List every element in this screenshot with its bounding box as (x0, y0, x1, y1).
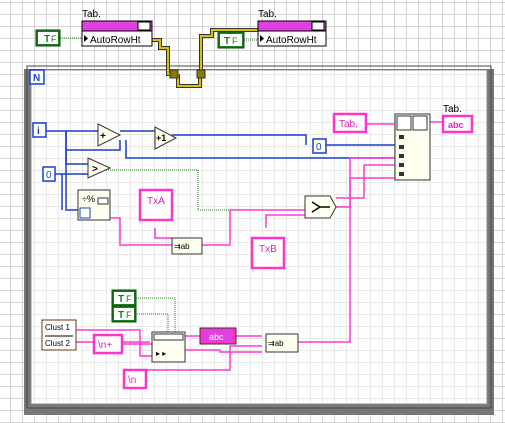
bool-constant-left[interactable]: T F (35, 29, 61, 47)
numeric-constant-zero-left[interactable]: 0 (42, 166, 56, 182)
concatenate-strings-node-2[interactable]: ⇉ab (265, 333, 299, 353)
property-node-right[interactable]: Tab. AutoRowHt (257, 9, 327, 47)
string-constant-newline[interactable]: \n (122, 368, 148, 390)
numeric-constant-zero-right-label: 0 (316, 142, 322, 153)
bool-constant-bottom-1-label: T (118, 294, 124, 305)
property-node-right-label: Tab. (258, 9, 277, 20)
numeric-constant-zero-left-label: 0 (46, 170, 52, 181)
bool-constant-bottom-1[interactable]: T F (111, 289, 137, 307)
property-node-left[interactable]: Tab. AutoRowHt (81, 9, 153, 47)
bool-constant-bottom-2-label: T (118, 310, 124, 321)
iteration-terminal[interactable]: i (32, 122, 47, 138)
block-diagram: T F T F T F T F Tab. AutoRowHt Tab. Auto… (24, 9, 494, 415)
count-terminal-label: N (33, 73, 40, 84)
cluster-item-2: Clust 2 (45, 339, 70, 348)
string-constant-newline-plus[interactable]: \n+ (92, 333, 124, 355)
format-icon (153, 333, 184, 341)
string-constant-txb-label: TxB (259, 244, 277, 255)
format-into-string-node[interactable]: ▸ ▸ (151, 331, 186, 363)
table-output-terminal: abc (448, 120, 464, 130)
bool-constant-bottom-2-icon: F (126, 310, 132, 320)
bool-constant-right-label: T (224, 36, 230, 47)
add-icon: + (100, 131, 106, 142)
refnum-icon (311, 21, 325, 31)
string-constant-txa[interactable]: TxA (138, 188, 174, 222)
bool-constant-bottom-1-icon: F (126, 294, 132, 304)
greater-than-icon: > (92, 164, 98, 175)
bool-constant-left-icon: F (51, 34, 57, 44)
bool-constant-right[interactable]: T F (217, 31, 245, 49)
string-constant-tab-label: Tab. (339, 119, 358, 130)
cluster-item-1: Clust 1 (45, 323, 70, 332)
string-constant-newline-plus-label: \n+ (98, 340, 112, 351)
concatenate-icon: ⇉ab (174, 242, 190, 251)
string-constant-txb[interactable]: TxB (250, 236, 286, 270)
select-node[interactable] (304, 195, 337, 219)
increment-icon: +1 (156, 133, 166, 143)
cluster-constant[interactable]: Clust 1 Clust 2 (41, 319, 77, 351)
concatenate-icon: ⇉ab (268, 339, 284, 348)
table-icon (412, 115, 428, 131)
property-node-left-label: Tab. (82, 9, 101, 20)
table-output-label: Tab. (443, 104, 462, 115)
table-icon (396, 115, 412, 131)
bool-constant-left-label: T (44, 34, 50, 45)
bool-constant-right-icon: F (232, 36, 238, 46)
property-node-left-property: AutoRowHt (90, 35, 141, 46)
property-node-right-property: AutoRowHt (266, 35, 317, 46)
loop-tunnel-left[interactable] (169, 69, 179, 79)
refnum-icon (137, 21, 151, 31)
bool-constant-bottom-2[interactable]: T F (111, 305, 137, 323)
string-constant-tab[interactable]: Tab. (332, 112, 368, 134)
count-terminal[interactable]: N (29, 69, 45, 85)
string-indicator-terminal-label: abc (209, 332, 224, 342)
string-indicator-terminal[interactable]: abc (199, 327, 237, 345)
quotient-remainder-icon: ÷% (82, 194, 95, 204)
string-constant-newline-label: \n (128, 375, 136, 386)
string-constant-txa-label: TxA (147, 196, 165, 207)
iteration-terminal-label: i (37, 126, 40, 137)
build-table-node[interactable] (394, 113, 431, 181)
quotient-remainder-input (79, 207, 91, 219)
svg-text:▸ ▸: ▸ ▸ (156, 349, 166, 358)
numeric-constant-zero-right[interactable]: 0 (312, 138, 327, 154)
quotient-remainder-node[interactable]: ÷% (77, 189, 111, 221)
concatenate-strings-node-1[interactable]: ⇉ab (171, 237, 203, 255)
loop-tunnel-right[interactable] (196, 69, 206, 79)
